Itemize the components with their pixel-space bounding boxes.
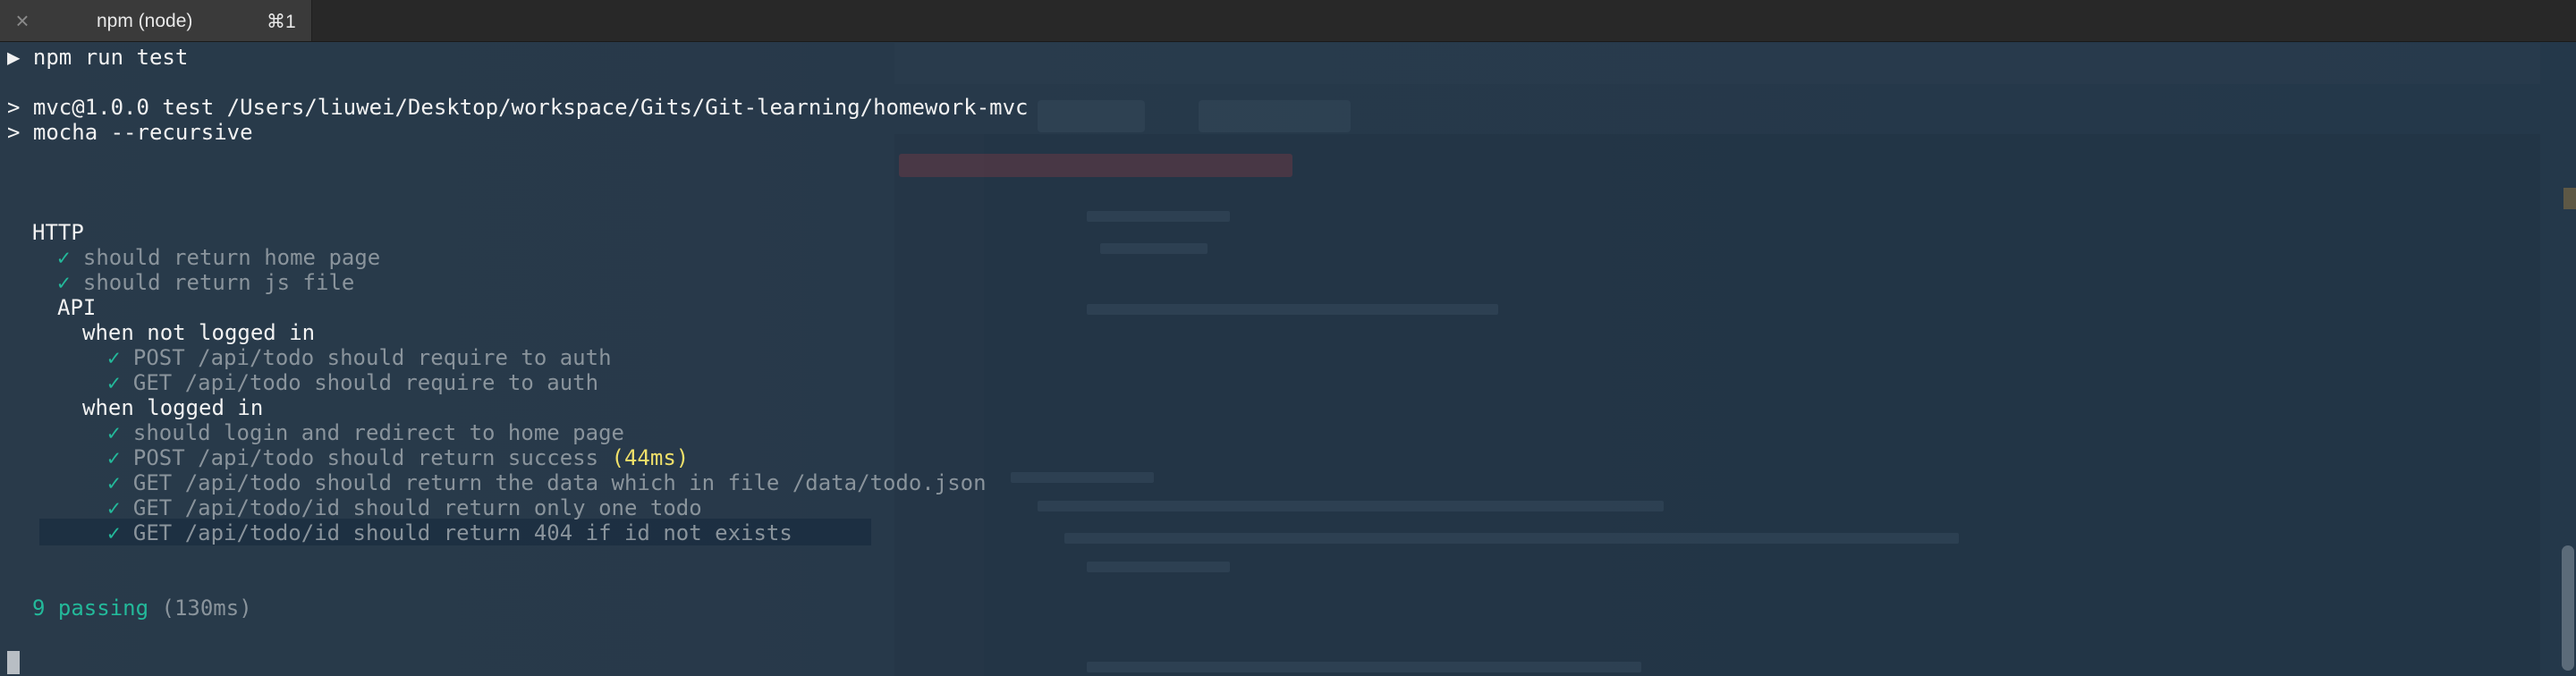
terminal-output[interactable]: ▶ npm run test > mvc@1.0.0 test /Users/l…	[0, 45, 2576, 676]
check-icon: ✓	[107, 445, 121, 470]
check-icon: ✓	[107, 520, 121, 545]
test-result: ✓ GET /api/todo should return the data w…	[107, 470, 987, 495]
test-result: ✓ POST /api/todo should return success (…	[107, 445, 690, 470]
suite-logged-in: when logged in	[82, 395, 264, 420]
slow-duration: (44ms)	[611, 445, 690, 470]
tab-bar: × npm (node) ⌘1	[0, 0, 2576, 42]
test-result: ✓ GET /api/todo should require to auth	[107, 370, 599, 395]
check-icon: ✓	[107, 495, 121, 520]
terminal-window: × npm (node) ⌘1 ▶ npm run test > mvc@1.0…	[0, 0, 2576, 676]
npm-script-line: > mvc@1.0.0 test /Users/liuwei/Desktop/w…	[7, 95, 1029, 120]
test-result: ✓ should return js file	[57, 270, 355, 295]
test-result: ✓ POST /api/todo should require to auth	[107, 345, 612, 370]
suite-http: HTTP	[32, 220, 84, 245]
test-result: ✓ GET /api/todo/id should return 404 if …	[107, 520, 792, 545]
close-icon[interactable]: ×	[11, 9, 34, 32]
tab-title: npm (node)	[97, 11, 193, 31]
check-icon: ✓	[107, 420, 121, 445]
tab-shortcut: ⌘1	[267, 12, 296, 32]
check-icon: ✓	[57, 245, 71, 270]
tab-npm-node[interactable]: × npm (node) ⌘1	[0, 0, 312, 41]
check-icon: ✓	[107, 370, 121, 395]
check-icon: ✓	[57, 270, 71, 295]
test-result: ✓ GET /api/todo/id should return only on…	[107, 495, 702, 520]
passing-summary: 9 passing (130ms)	[32, 596, 252, 621]
check-icon: ✓	[107, 470, 121, 495]
test-result: ✓ should return home page	[57, 245, 381, 270]
scrollbar-thumb[interactable]	[2562, 545, 2574, 671]
suite-not-logged-in: when not logged in	[82, 320, 316, 345]
suite-api: API	[57, 295, 97, 320]
prompt-line: ▶ npm run test	[7, 45, 189, 70]
command-line: > mocha --recursive	[7, 120, 253, 145]
test-result: ✓ should login and redirect to home page	[107, 420, 624, 445]
terminal-cursor	[7, 651, 20, 674]
check-icon: ✓	[107, 345, 121, 370]
